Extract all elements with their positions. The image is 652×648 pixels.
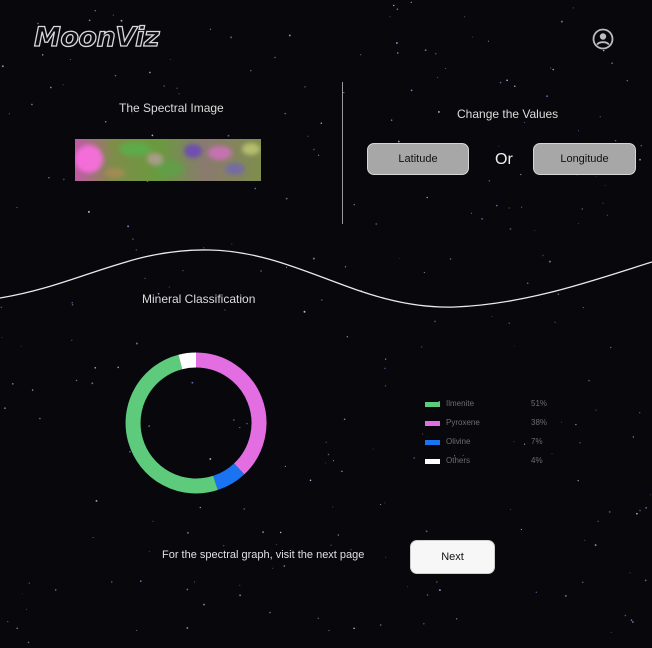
mineral-classification-title: Mineral Classification [142, 292, 256, 306]
legend-swatch [425, 459, 440, 464]
spectral-image-title: The Spectral Image [119, 101, 224, 115]
user-circle-icon[interactable] [592, 28, 614, 50]
legend-value: 38% [531, 418, 548, 427]
legend-label: Ilmenite [446, 399, 475, 408]
legend-swatch [425, 421, 440, 426]
donut-segment-others [178, 352, 197, 370]
mineral-donut-chart [125, 352, 267, 494]
legend-item-pyroxene: Pyroxene 38% [425, 417, 565, 436]
section-divider [342, 82, 343, 224]
legend-swatch [425, 440, 440, 445]
or-separator: Or [495, 151, 513, 168]
legend-label: Pyroxene [446, 418, 480, 427]
spectral-graph-hint: For the spectral graph, visit the next p… [162, 549, 365, 561]
legend-item-others: Others 4% [425, 455, 565, 474]
legend-value: 7% [531, 437, 543, 446]
wave-divider [0, 249, 652, 308]
legend-swatch [425, 402, 440, 407]
next-button[interactable]: Next [410, 540, 495, 574]
legend-value: 51% [531, 399, 548, 408]
donut-segment-olivine [212, 463, 245, 491]
spectral-image [75, 139, 261, 181]
donut-segment-pyroxene [195, 352, 267, 475]
app-logo: MoonViz [33, 21, 160, 53]
donut-segment-ilmenite [125, 354, 218, 494]
legend-label: Others [446, 456, 471, 465]
longitude-button[interactable]: Longitude [533, 143, 636, 175]
legend-item-ilmenite: Ilmenite 51% [425, 398, 565, 417]
legend-value: 4% [531, 456, 543, 465]
mineral-legend: Ilmenite 51% Pyroxene 38% Olivine 7% Oth… [425, 398, 565, 474]
latitude-button[interactable]: Latitude [367, 143, 469, 175]
legend-label: Olivine [446, 437, 471, 446]
legend-item-olivine: Olivine 7% [425, 436, 565, 455]
change-values-title: Change the Values [457, 107, 559, 121]
